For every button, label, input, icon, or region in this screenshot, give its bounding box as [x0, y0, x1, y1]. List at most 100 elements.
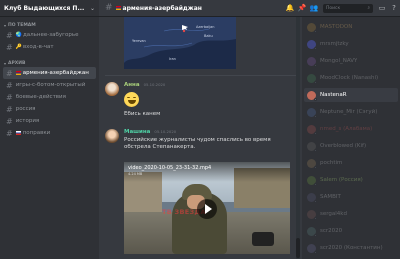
chat-area: Azerbaijan Baku Iran Yerevan Анна 05.10.2…	[99, 17, 302, 259]
avatar[interactable]	[105, 129, 119, 143]
message-author[interactable]: Машина 05.10.2020	[124, 129, 176, 135]
avatar	[307, 175, 317, 186]
search-icon: ⌕	[367, 6, 370, 11]
member-item[interactable]: Mongol_NAVY	[304, 54, 398, 68]
avatar	[307, 39, 317, 50]
member-name: Mongol_NAVY	[320, 58, 358, 64]
map-image[interactable]: Azerbaijan Baku Iran Yerevan	[124, 17, 236, 69]
message-author[interactable]: Анна 05.10.2020	[124, 82, 165, 88]
inbox-icon[interactable]: ▭	[376, 4, 388, 12]
channel-label: игры-с-ботом-открытый	[15, 82, 86, 88]
avatar	[307, 209, 317, 220]
member-name: pochtim	[320, 160, 343, 166]
avatar	[307, 22, 317, 33]
member-item[interactable]: pochtim	[304, 156, 398, 170]
channel-history[interactable]: # история	[3, 115, 96, 127]
member-item[interactable]: MoodClock (Nanashi)	[304, 71, 398, 85]
hash-icon: #	[105, 3, 113, 13]
help-icon[interactable]: ?	[388, 4, 400, 12]
chevron-down-icon: ⌄	[89, 4, 95, 12]
avatar	[307, 56, 317, 67]
member-name: scr2020 (Константин)	[320, 245, 383, 251]
status-icon	[314, 250, 317, 254]
status-icon	[314, 199, 317, 203]
status-icon	[314, 165, 317, 169]
member-item[interactable]: sergal4kd	[304, 207, 398, 221]
status-icon	[314, 80, 317, 84]
member-name: MASTODON	[320, 24, 353, 30]
channel-amendments[interactable]: # поправки	[3, 127, 96, 139]
member-name: sergal4kd	[320, 211, 347, 217]
member-name: MoodClock (Nanashi)	[320, 75, 379, 81]
category-archive[interactable]: ▾ АРХИВ	[0, 59, 99, 67]
avatar[interactable]	[105, 82, 119, 96]
channel-bot-games[interactable]: # игры-с-ботом-открытый	[3, 79, 96, 91]
channel-title: армения-азербайджан	[115, 4, 284, 12]
map-label: Iran	[169, 57, 176, 61]
map-land	[124, 17, 236, 63]
video-frame-camera	[252, 232, 274, 246]
member-item[interactable]: SAMBIT	[304, 190, 398, 204]
scrollbar-thumb[interactable]	[296, 238, 300, 258]
avatar	[307, 141, 317, 152]
hash-icon: #	[6, 128, 13, 138]
channel-emoji: 🌏	[15, 32, 22, 38]
channel-entrance[interactable]: # 🔑 вход-в-чат	[3, 41, 96, 53]
bell-icon[interactable]: 🔔	[284, 4, 296, 12]
emoji-eye	[127, 97, 130, 99]
flag-icon	[115, 6, 121, 10]
flag-icon	[15, 131, 21, 135]
channel-armenia-azerbaijan[interactable]: # армения-азербайджан	[3, 67, 96, 79]
member-item[interactable]: Overblowed (Kif)	[304, 139, 398, 153]
status-icon	[314, 29, 317, 33]
author-name: Анна	[124, 82, 140, 88]
avatar	[307, 158, 317, 169]
member-item[interactable]: scr2020	[304, 224, 398, 238]
channel-emoji: 🔑	[15, 44, 22, 50]
channel-label: боевые-действия	[15, 94, 66, 100]
member-name: NastenaR	[320, 92, 347, 98]
status-icon	[314, 46, 317, 50]
hash-icon: #	[6, 80, 13, 90]
status-icon	[314, 63, 317, 67]
play-icon[interactable]	[197, 199, 217, 219]
category-themes[interactable]: ▾ ПО ТЕМАМ	[0, 21, 99, 29]
hash-icon: #	[6, 68, 13, 78]
status-icon	[314, 148, 317, 152]
status-icon	[314, 97, 317, 101]
channel-combat[interactable]: # боевые-действия	[3, 91, 96, 103]
member-item[interactable]: nmed_s (Алабама)	[304, 122, 398, 136]
member-item[interactable]: NastenaR	[304, 88, 398, 102]
message-time: 05.10.2020	[143, 82, 166, 87]
member-name: SAMBIT	[320, 194, 341, 200]
channel-russia[interactable]: # россия	[3, 103, 96, 115]
members-icon[interactable]: 👥	[308, 4, 320, 12]
pin-icon[interactable]: 📌	[296, 4, 308, 12]
member-name: mrsmjtzky	[320, 41, 349, 47]
member-item[interactable]: mrsmjtzky	[304, 37, 398, 51]
hash-icon: #	[6, 92, 13, 102]
channel-title-label: армения-азербайджан	[122, 4, 202, 12]
chat-scrollbar[interactable]	[296, 17, 300, 259]
video-filename[interactable]: video_2020-10-05_23-31-32.mp4	[128, 165, 211, 171]
member-name: nmed_s (Алабама)	[320, 126, 373, 132]
server-header[interactable]: Клуб Выдающихся П... ⌄	[0, 0, 99, 17]
member-item[interactable]: Neptune_Mir (Сэгуй)	[304, 105, 398, 119]
avatar	[307, 73, 317, 84]
channel-far-abroad[interactable]: # 🌏 дальнее-забугорье	[3, 29, 96, 41]
channel-label: история	[15, 118, 40, 124]
category-label: АРХИВ	[8, 60, 26, 66]
emoji-eye	[133, 97, 136, 99]
hash-icon: #	[6, 30, 13, 40]
video-attachment[interactable]: video_2020-10-05_23-31-32.mp4 4.24 MB ТВ…	[124, 162, 290, 254]
search-input[interactable]: Поиск ⌕	[323, 3, 373, 13]
laughing-emoji-icon	[124, 92, 139, 107]
server-name: Клуб Выдающихся П...	[4, 4, 85, 12]
avatar	[307, 192, 317, 203]
member-item[interactable]: Salem (Россия)	[304, 173, 398, 187]
member-list: MASTODON mrsmjtzky Mongol_NAVY MoodClock (N…	[302, 17, 400, 259]
chevron-down-icon: ▾	[4, 22, 7, 28]
avatar	[307, 124, 317, 135]
member-item[interactable]: scr2020 (Константин)	[304, 241, 398, 255]
member-item[interactable]: MASTODON	[304, 20, 398, 34]
